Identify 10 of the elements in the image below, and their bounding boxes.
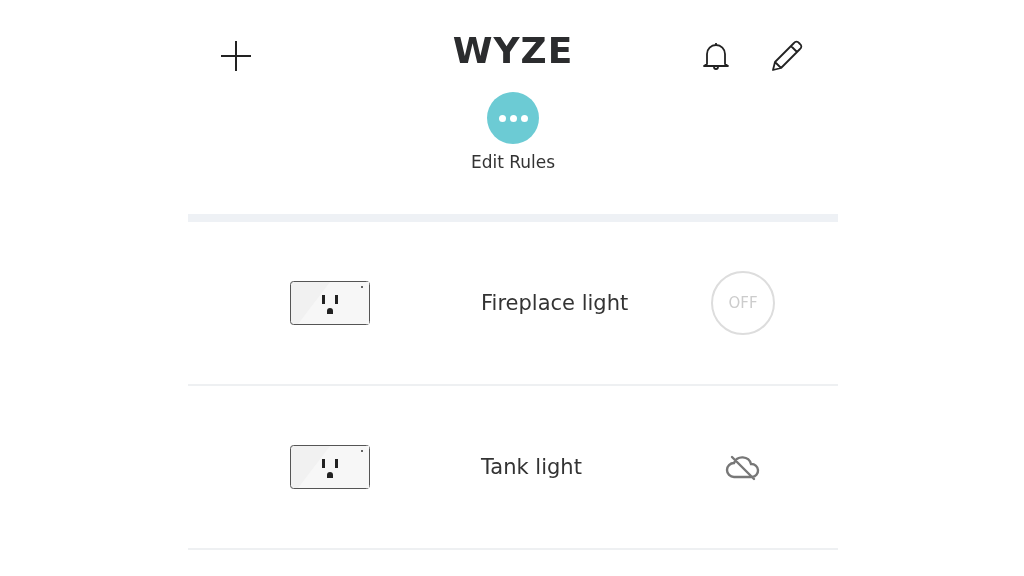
smart-plug-icon [290, 281, 370, 325]
cloud-offline-icon [725, 453, 761, 481]
logo: WYZE [452, 30, 574, 71]
device-name: Fireplace light [481, 291, 630, 315]
notifications-button[interactable] [702, 40, 730, 72]
smart-plug-icon [290, 445, 370, 489]
add-button[interactable] [219, 39, 253, 73]
edit-rules-label: Edit Rules [470, 152, 556, 172]
device-name: Tank light [481, 455, 583, 479]
edit-button[interactable] [770, 39, 804, 73]
